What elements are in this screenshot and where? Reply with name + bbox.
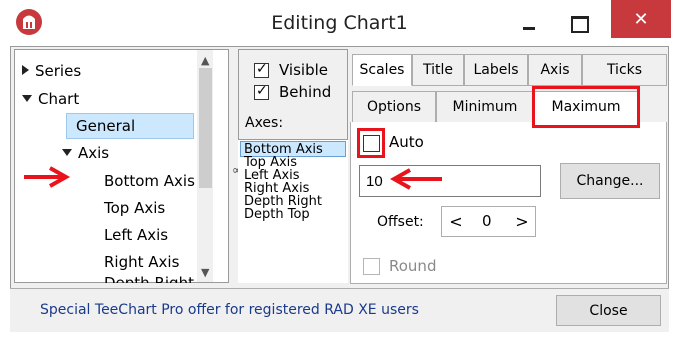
tree-item-axis[interactable]: Axis (62, 144, 109, 162)
offset-value[interactable]: 0 (482, 212, 492, 230)
offset-stepper: < 0 > (441, 206, 536, 237)
tree-item-series[interactable]: Series (22, 62, 81, 80)
tab-ticks[interactable]: Ticks (582, 54, 667, 86)
tree-item-depth-right[interactable]: Depth Right (104, 276, 194, 283)
auto-checkbox-highlight (357, 128, 385, 158)
minimize-button[interactable] (506, 6, 552, 42)
tree-item-right-axis[interactable]: Right Axis (104, 253, 179, 271)
visible-label: Visible (279, 61, 328, 79)
tree-item-left-axis[interactable]: Left Axis (104, 226, 168, 244)
round-checkbox[interactable] (363, 258, 380, 275)
change-button[interactable]: Change... (560, 163, 660, 199)
round-label: Round (389, 257, 437, 275)
tab-axis[interactable]: Axis (528, 54, 582, 86)
checkmark-icon: ✓ (256, 83, 268, 99)
checkmark-icon: ✓ (256, 61, 268, 77)
axes-heading: Axes: (245, 115, 284, 131)
tree-item-top-axis[interactable]: Top Axis (104, 199, 165, 217)
tree-scrollbar-thumb[interactable] (199, 68, 212, 188)
teechart-offer-link[interactable]: Special TeeChart Pro offer for registere… (40, 302, 419, 318)
axes-list-item[interactable]: Depth Top (244, 208, 310, 221)
tab-title[interactable]: Title (412, 54, 464, 86)
tab-minimum[interactable]: Minimum (436, 91, 534, 123)
window-close-button[interactable]: ✕ (611, 0, 671, 38)
tab-scales[interactable]: Scales (352, 54, 412, 86)
offset-decrement-button[interactable]: < (444, 207, 468, 236)
maximum-tab-highlight (532, 86, 640, 128)
collapse-arrow-icon[interactable] (22, 95, 32, 102)
auto-label: Auto (389, 133, 424, 151)
behind-label: Behind (279, 83, 332, 101)
collapse-arrow-icon[interactable] (62, 149, 72, 156)
red-arrow-annotation-icon (24, 166, 71, 188)
tab-labels[interactable]: Labels (464, 54, 528, 86)
behind-checkbox[interactable]: ✓ (254, 83, 269, 100)
tree-item-chart[interactable]: Chart (22, 90, 79, 108)
scroll-down-icon[interactable]: ▼ (201, 266, 209, 279)
tree-item-general[interactable]: General (76, 117, 135, 135)
offset-label: Offset: (377, 214, 424, 230)
offset-increment-button[interactable]: > (510, 207, 534, 236)
red-arrow-annotation-icon (390, 168, 442, 190)
visible-checkbox[interactable]: ✓ (254, 61, 269, 78)
tab-options[interactable]: Options (352, 91, 436, 123)
maximum-value-input[interactable] (359, 165, 541, 197)
scroll-up-icon[interactable]: ▲ (201, 54, 209, 67)
tree-item-bottom-axis[interactable]: Bottom Axis (104, 172, 195, 190)
expand-arrow-icon[interactable] (22, 65, 29, 75)
maximize-button[interactable] (555, 6, 601, 42)
close-button[interactable]: Close (556, 295, 661, 326)
